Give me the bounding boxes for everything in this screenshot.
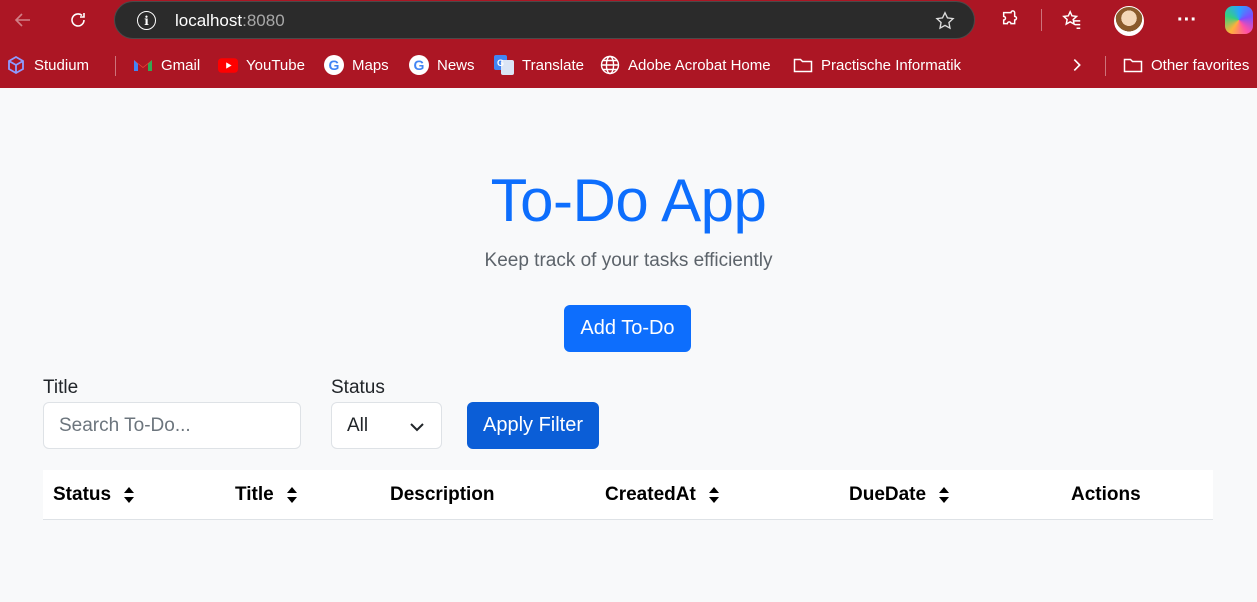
sort-icon[interactable] bbox=[708, 486, 720, 504]
favorites-divider bbox=[1105, 56, 1106, 76]
puzzle-icon bbox=[1002, 10, 1018, 25]
column-label: Status bbox=[53, 484, 112, 505]
column-label: CreatedAt bbox=[605, 484, 696, 505]
favorites-button[interactable] bbox=[1059, 7, 1085, 33]
browser-toolbar: i localhost:8080 ··· bbox=[0, 0, 1257, 40]
page-subtitle: Keep track of your tasks efficiently bbox=[484, 250, 773, 271]
favorite-gmail[interactable]: Gmail bbox=[133, 54, 200, 76]
column-header-actions: Actions bbox=[1071, 484, 1141, 506]
app-page: To-Do App Keep track of your tasks effic… bbox=[0, 88, 1257, 602]
column-header-description: Description bbox=[390, 484, 495, 506]
status-select[interactable]: All bbox=[331, 402, 442, 449]
folder-icon bbox=[1123, 55, 1143, 75]
globe-icon bbox=[600, 55, 620, 75]
column-header-title[interactable]: Title bbox=[235, 484, 298, 506]
title-filter-label: Title bbox=[43, 377, 79, 398]
status-select-value: All bbox=[347, 414, 369, 436]
favorite-label: Adobe Acrobat Home bbox=[628, 56, 771, 74]
toolbar-divider bbox=[1041, 9, 1042, 31]
youtube-icon bbox=[218, 55, 238, 75]
chevron-right-icon bbox=[1073, 59, 1081, 71]
favorite-label: YouTube bbox=[246, 56, 305, 74]
title-search-field bbox=[43, 402, 301, 449]
favorite-label: Studium bbox=[34, 56, 90, 74]
extensions-button[interactable] bbox=[998, 7, 1024, 33]
favorite-label: Practische Informatik bbox=[821, 56, 962, 74]
google-icon: G bbox=[324, 55, 344, 75]
translate-icon: G bbox=[494, 55, 514, 75]
favorites-list-icon bbox=[1062, 9, 1081, 29]
refresh-button[interactable] bbox=[63, 5, 93, 35]
favorite-translate[interactable]: G Translate bbox=[494, 54, 584, 76]
favorite-news[interactable]: G News bbox=[409, 54, 475, 76]
favorite-practische-informatik[interactable]: Practische Informatik bbox=[793, 54, 961, 76]
apply-filter-button[interactable]: Apply Filter bbox=[467, 402, 599, 449]
copilot-icon[interactable] bbox=[1225, 6, 1253, 34]
sort-icon[interactable] bbox=[286, 486, 298, 504]
site-info-icon[interactable]: i bbox=[137, 11, 156, 30]
status-filter-label: Status bbox=[331, 377, 385, 398]
favorite-star-icon[interactable] bbox=[934, 10, 956, 32]
favorite-maps[interactable]: G Maps bbox=[324, 54, 389, 76]
favorite-adobe-acrobat[interactable]: Adobe Acrobat Home bbox=[600, 54, 771, 76]
favorite-label: Translate bbox=[522, 56, 584, 74]
column-label: DueDate bbox=[849, 484, 927, 505]
add-todo-button[interactable]: Add To-Do bbox=[564, 305, 691, 352]
favorite-label: Maps bbox=[352, 56, 389, 74]
cube-icon bbox=[6, 55, 26, 75]
column-label: Title bbox=[235, 484, 274, 505]
favorite-label: Gmail bbox=[161, 56, 201, 74]
address-url[interactable]: localhost:8080 bbox=[175, 11, 285, 31]
more-menu-icon[interactable]: ··· bbox=[1174, 7, 1200, 33]
refresh-icon bbox=[71, 13, 85, 27]
todo-table-header: Status Title Description CreatedAt DueDa… bbox=[43, 470, 1213, 520]
back-arrow-icon bbox=[14, 13, 30, 27]
chevron-down-icon bbox=[410, 423, 424, 432]
url-host: localhost bbox=[175, 11, 243, 30]
column-header-status[interactable]: Status bbox=[53, 484, 135, 506]
favorites-divider bbox=[115, 56, 116, 76]
other-favorites-folder[interactable]: Other favorites bbox=[1123, 54, 1249, 76]
favorites-bar: Studium Gmail YouTube G Maps G News G Tr… bbox=[0, 40, 1257, 88]
svg-text:G: G bbox=[497, 58, 504, 68]
column-label: Description bbox=[390, 484, 495, 505]
sort-icon[interactable] bbox=[123, 486, 135, 504]
sort-icon[interactable] bbox=[938, 486, 950, 504]
title-search-input[interactable] bbox=[44, 403, 300, 448]
column-label: Actions bbox=[1071, 484, 1141, 505]
favorite-youtube[interactable]: YouTube bbox=[218, 54, 305, 76]
favorite-studium[interactable]: Studium bbox=[6, 54, 89, 76]
back-button[interactable] bbox=[8, 5, 38, 35]
column-header-duedate[interactable]: DueDate bbox=[849, 484, 950, 506]
column-header-createdat[interactable]: CreatedAt bbox=[605, 484, 720, 506]
url-port: :8080 bbox=[242, 11, 285, 30]
favorite-label: News bbox=[437, 56, 475, 74]
profile-avatar[interactable] bbox=[1114, 6, 1144, 36]
google-icon: G bbox=[409, 55, 429, 75]
address-bar[interactable]: i localhost:8080 bbox=[114, 1, 975, 39]
other-favorites-label: Other favorites bbox=[1151, 56, 1250, 74]
gmail-icon bbox=[133, 55, 153, 75]
favorites-overflow-button[interactable] bbox=[1068, 54, 1086, 76]
page-title: To-Do App bbox=[490, 167, 767, 234]
folder-icon bbox=[793, 55, 813, 75]
